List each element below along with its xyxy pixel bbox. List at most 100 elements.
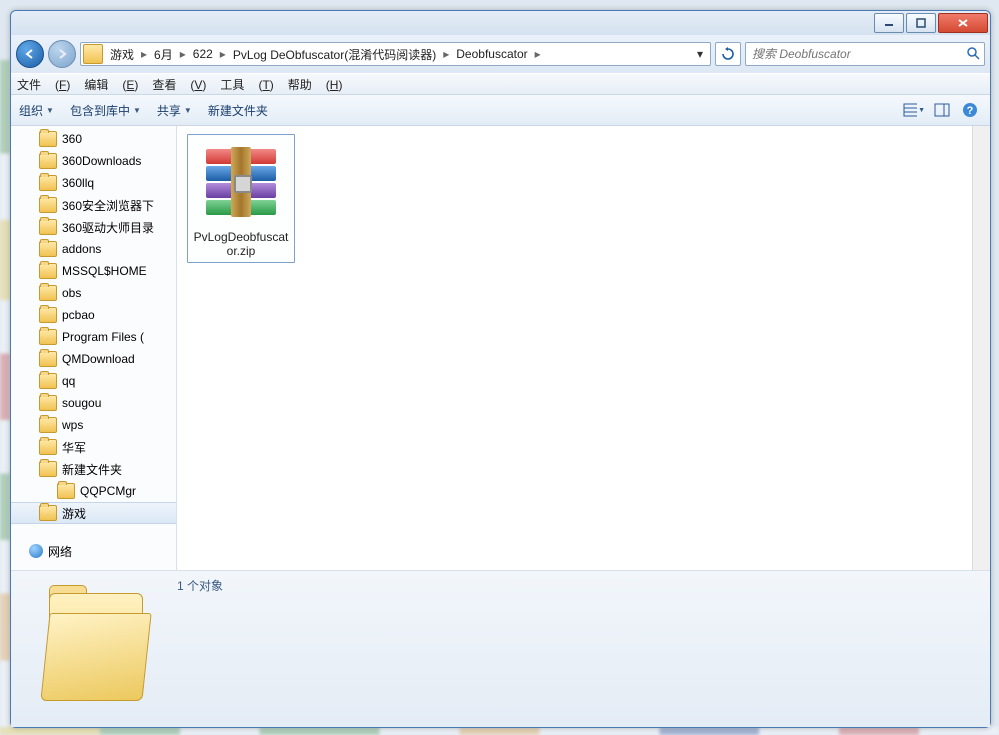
sidebar-item[interactable]: MSSQL$HOME (11, 260, 176, 282)
sidebar-item[interactable]: 华军 (11, 436, 176, 458)
sidebar-item-label: 360驱动大师目录 (62, 219, 154, 236)
sidebar-item-label: QQPCMgr (80, 484, 136, 498)
breadcrumb-item[interactable]: 6月 (149, 46, 178, 63)
explorer-body: 360 360Downloads 360llq 360安全浏览器下 360驱动大师目录 a… (11, 126, 990, 570)
chevron-right-icon[interactable]: ▸ (178, 47, 188, 61)
sidebar-item-label: 360 (62, 132, 82, 146)
sidebar-item-label: 360安全浏览器下 (62, 197, 154, 214)
navigation-pane[interactable]: 360 360Downloads 360llq 360安全浏览器下 360驱动大师目录 a… (11, 126, 177, 570)
breadcrumb-item[interactable]: Deobfuscator (451, 47, 532, 61)
svg-text:?: ? (967, 105, 974, 117)
menu-tools[interactable]: 工具(T) (220, 76, 273, 93)
back-button[interactable] (16, 40, 44, 68)
search-input[interactable] (750, 46, 966, 62)
network-group[interactable]: 网络 (11, 540, 176, 562)
organize-button[interactable]: 组织▼ (19, 102, 54, 119)
folder-icon (39, 285, 57, 301)
sidebar-item[interactable]: qq (11, 370, 176, 392)
chevron-down-icon: ▼ (133, 106, 141, 115)
chevron-right-icon[interactable]: ▸ (139, 47, 149, 61)
desktop-background-bottom (0, 727, 999, 735)
folder-icon (39, 351, 57, 367)
chevron-down-icon: ▼ (184, 106, 192, 115)
view-options-button[interactable]: ▼ (902, 98, 926, 122)
chevron-right-icon[interactable]: ▸ (533, 47, 543, 61)
folder-icon (39, 175, 57, 191)
sidebar-item-label: addons (62, 242, 101, 256)
sidebar-item-label: 新建文件夹 (62, 461, 122, 478)
folder-icon (39, 307, 57, 323)
desktop-background-left (0, 60, 10, 727)
details-pane-text: 1 个对象 (161, 571, 223, 727)
network-icon (29, 544, 43, 558)
address-dropdown[interactable]: ▾ (692, 47, 708, 61)
sidebar-item[interactable]: 360驱动大师目录 (11, 216, 176, 238)
explorer-window: 游戏▸ 6月▸ 622▸ PvLog DeObfuscator(混淆代码阅读器)… (10, 10, 991, 728)
folder-icon (39, 417, 57, 433)
search-icon[interactable] (966, 46, 980, 63)
refresh-button[interactable] (715, 42, 741, 66)
minimize-button[interactable] (874, 13, 904, 33)
preview-pane-button[interactable] (930, 98, 954, 122)
sidebar-item-label: Program Files ( (62, 330, 144, 344)
sidebar-item-label: MSSQL$HOME (62, 264, 147, 278)
sidebar-item[interactable]: wps (11, 414, 176, 436)
address-bar[interactable]: 游戏▸ 6月▸ 622▸ PvLog DeObfuscator(混淆代码阅读器)… (80, 42, 711, 66)
sidebar-item-label: obs (62, 286, 81, 300)
folder-icon (39, 373, 57, 389)
help-button[interactable]: ? (958, 98, 982, 122)
sidebar-item[interactable]: 360 (11, 128, 176, 150)
sidebar-item[interactable]: sougou (11, 392, 176, 414)
chevron-down-icon: ▼ (46, 106, 54, 115)
share-button[interactable]: 共享▼ (157, 102, 192, 119)
sidebar-item[interactable]: addons (11, 238, 176, 260)
sidebar-item-label: sougou (62, 396, 101, 410)
include-in-library-button[interactable]: 包含到库中▼ (70, 102, 141, 119)
sidebar-item[interactable]: obs (11, 282, 176, 304)
chevron-right-icon[interactable]: ▸ (441, 47, 451, 61)
sidebar-item[interactable]: 360Downloads (11, 150, 176, 172)
archive-icon (199, 140, 283, 224)
folder-icon (83, 44, 103, 64)
menu-bar: 文件(F) 编辑(E) 查看(V) 工具(T) 帮助(H) (11, 73, 990, 95)
search-box[interactable] (745, 42, 985, 66)
menu-help[interactable]: 帮助(H) (288, 76, 343, 93)
sidebar-item-label: 华军 (62, 439, 86, 456)
maximize-button[interactable] (906, 13, 936, 33)
new-folder-button[interactable]: 新建文件夹 (208, 102, 268, 119)
sidebar-item-label: wps (62, 418, 83, 432)
close-button[interactable] (938, 13, 988, 33)
folder-icon (39, 329, 57, 345)
sidebar-item[interactable]: 游戏 (11, 502, 176, 524)
sidebar-item[interactable]: 新建文件夹 (11, 458, 176, 480)
chevron-right-icon[interactable]: ▸ (218, 47, 228, 61)
folder-icon (39, 197, 57, 213)
menu-edit[interactable]: 编辑(E) (84, 76, 138, 93)
sidebar-item-label: 360Downloads (62, 154, 141, 168)
sidebar-item-label: QMDownload (62, 352, 135, 366)
sidebar-item[interactable]: pcbao (11, 304, 176, 326)
breadcrumb-item[interactable]: 游戏 (105, 46, 139, 63)
file-item[interactable]: PvLogDeobfuscator.zip (187, 134, 295, 263)
breadcrumb-item[interactable]: 622 (188, 47, 218, 61)
folder-icon (39, 153, 57, 169)
sidebar-item[interactable]: Program Files ( (11, 326, 176, 348)
details-pane: 1 个对象 (11, 570, 990, 727)
folder-icon (39, 131, 57, 147)
sidebar-item[interactable]: QMDownload (11, 348, 176, 370)
sidebar-item-label: 360llq (62, 176, 94, 190)
file-list[interactable]: PvLogDeobfuscator.zip (177, 126, 990, 570)
forward-button[interactable] (48, 40, 76, 68)
menu-file[interactable]: 文件(F) (17, 76, 70, 93)
sidebar-item[interactable]: 360安全浏览器下 (11, 194, 176, 216)
network-label: 网络 (48, 543, 72, 560)
folder-icon (39, 263, 57, 279)
folder-icon (57, 483, 75, 499)
vertical-scrollbar[interactable] (972, 126, 990, 570)
menu-view[interactable]: 查看(V) (152, 76, 206, 93)
sidebar-item[interactable]: QQPCMgr (11, 480, 176, 502)
chevron-down-icon: ▼ (918, 107, 925, 114)
sidebar-item[interactable]: 360llq (11, 172, 176, 194)
breadcrumb-item[interactable]: PvLog DeObfuscator(混淆代码阅读器) (228, 46, 441, 63)
folder-icon (39, 395, 57, 411)
